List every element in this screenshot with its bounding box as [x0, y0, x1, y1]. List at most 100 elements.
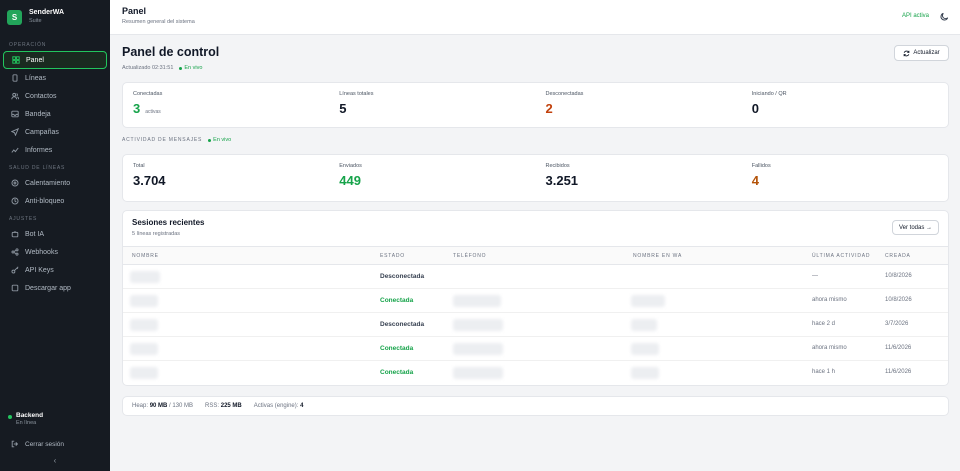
- sidebar-item-label: API Keys: [25, 266, 54, 274]
- table-row[interactable]: Conectada hace 1 h 11/6/2026: [123, 361, 948, 385]
- backend-title: Backend: [16, 412, 44, 419]
- table-row[interactable]: Conectada ahora mismo 10/8/2026: [123, 289, 948, 313]
- stat-label: Total: [133, 163, 145, 169]
- send-icon: [10, 128, 19, 137]
- refresh-button[interactable]: Actualizar: [894, 45, 949, 61]
- redacted-phone: [453, 343, 503, 355]
- table-row[interactable]: Desconectada — 10/8/2026: [123, 265, 948, 289]
- sidebar-item-bandeja[interactable]: Bandeja: [3, 105, 107, 123]
- table-row[interactable]: Conectada ahora mismo 11/6/2026: [123, 337, 948, 361]
- rss-stat: RSS: 225 MB: [205, 403, 242, 409]
- stat-label: Iniciando / QR: [751, 91, 787, 97]
- created-cell: 10/8/2026: [885, 297, 912, 303]
- users-icon: [10, 92, 19, 101]
- sidebar-item-panel[interactable]: Panel: [3, 51, 107, 69]
- redacted-phone: [453, 295, 501, 307]
- stat-label: Enviados: [339, 163, 362, 169]
- sidebar-item-label: Informes: [25, 146, 53, 154]
- live-indicator: En vivo: [179, 65, 202, 71]
- sidebar-item-api-keys[interactable]: API Keys: [3, 261, 107, 279]
- share-icon: [10, 248, 19, 257]
- created-cell: 10/8/2026: [885, 273, 912, 279]
- status-cell: Conectada: [380, 369, 414, 376]
- sidebar-item-campanas[interactable]: Campañas: [3, 123, 107, 141]
- sidebar-item-lineas[interactable]: Líneas: [3, 69, 107, 87]
- download-icon: [10, 284, 19, 293]
- live-indicator: En vivo: [208, 137, 231, 143]
- topbar-subtitle: Resumen general del sistema: [122, 19, 195, 25]
- created-cell: 3/7/2026: [885, 321, 909, 327]
- sidebar-item-label: Panel: [26, 56, 44, 64]
- stat-label: Líneas totales: [339, 91, 374, 97]
- stat-lineas-totales: Líneas totales 5: [329, 83, 535, 127]
- sidebar-item-webhooks[interactable]: Webhooks: [3, 243, 107, 261]
- engine-stats-card: Heap: 90 MB / 130 MB RSS: 225 MB Activas…: [122, 396, 949, 416]
- last-activity-cell: —: [812, 273, 818, 279]
- section-label-salud: SALUD DE LÍNEAS: [9, 165, 66, 171]
- created-cell: 11/6/2026: [885, 345, 912, 351]
- sidebar-item-label: Calentamiento: [25, 179, 71, 187]
- sidebar-item-contactos[interactable]: Contactos: [3, 87, 107, 105]
- redacted-phone: [453, 319, 503, 331]
- sidebar-item-label: Anti-bloqueo: [25, 197, 65, 205]
- stat-value: 3.251: [545, 173, 579, 188]
- stat-label: Desconectadas: [545, 91, 584, 97]
- sessions-card: Sesiones recientes 5 líneas registradas …: [122, 210, 949, 386]
- theme-toggle-moon-icon[interactable]: [940, 12, 949, 21]
- status-cell: Conectada: [380, 297, 414, 304]
- last-activity-cell: ahora mismo: [812, 345, 847, 351]
- status-cell: Conectada: [380, 345, 414, 352]
- brand[interactable]: S SenderWA Suite: [0, 0, 110, 34]
- column-header[interactable]: CREADA: [885, 253, 911, 259]
- updated-info: Actualizado 02:31:51 En vivo: [122, 65, 202, 71]
- sidebar: S SenderWA Suite OPERACIÓN Panel Líneas …: [0, 0, 110, 471]
- stat-conectadas: Conectadas 3 activas: [123, 83, 329, 127]
- sidebar-item-label: Bandeja: [25, 110, 51, 118]
- stat-suffix: activas: [145, 109, 161, 115]
- column-header[interactable]: ÚLTIMA ACTIVIDAD: [812, 253, 870, 259]
- sidebar-item-label: Descargar app: [25, 284, 71, 292]
- sidebar-item-calentamiento[interactable]: Calentamiento: [3, 174, 107, 192]
- stat-label: Fallidos: [751, 163, 771, 169]
- sidebar-item-label: Webhooks: [25, 248, 58, 256]
- stat-recibidos: Recibidos 3.251: [536, 155, 742, 201]
- stat-label: Conectadas: [133, 91, 163, 97]
- sidebar-item-anti-bloqueo[interactable]: Anti-bloqueo: [3, 192, 107, 210]
- status-dot: [8, 415, 12, 419]
- column-header[interactable]: NOMBRE EN WA: [633, 253, 682, 259]
- stat-value: 2: [545, 101, 553, 116]
- last-activity-cell: ahora mismo: [812, 297, 847, 303]
- sidebar-item-informes[interactable]: Informes: [3, 141, 107, 159]
- sessions-title: Sesiones recientes: [132, 218, 205, 227]
- logout-button[interactable]: Cerrar sesión: [0, 437, 110, 451]
- table-row[interactable]: Desconectada hace 2 d 3/7/2026: [123, 313, 948, 337]
- backend-sub: En línea: [16, 420, 37, 426]
- backend-status: Backend En línea: [0, 412, 110, 427]
- column-header[interactable]: ESTADO: [380, 253, 405, 259]
- redacted-name: [130, 271, 160, 283]
- message-stats-card: Total 3.704 Enviados 449 Recibidos 3.251…: [122, 154, 949, 202]
- column-header[interactable]: NOMBRE: [132, 253, 159, 259]
- brand-logo: S: [7, 9, 22, 25]
- table-body: Desconectada — 10/8/2026 Conectada ahora…: [123, 265, 948, 385]
- phone-icon: [10, 74, 19, 83]
- stat-value: 5: [339, 101, 347, 116]
- refresh-label: Actualizar: [913, 50, 940, 56]
- collapse-sidebar-button[interactable]: ‹: [0, 451, 110, 471]
- updated-time: Actualizado 02:31:51: [122, 65, 174, 71]
- topbar: Panel Resumen general del sistema API ac…: [110, 0, 960, 35]
- column-header[interactable]: TELÉFONO: [453, 253, 486, 259]
- sidebar-item-label: Campañas: [25, 128, 59, 136]
- view-all-button[interactable]: Ver todas →: [892, 220, 939, 235]
- stat-value: 4: [751, 173, 759, 188]
- page-title: Panel de control: [122, 45, 220, 59]
- sidebar-item-bot-ia[interactable]: Bot IA: [3, 225, 107, 243]
- sidebar-item-label: Bot IA: [25, 230, 45, 238]
- brand-sub: Suite: [29, 18, 42, 24]
- redacted-wa-name: [631, 367, 659, 379]
- section-label-operacion: OPERACIÓN: [9, 42, 47, 48]
- activity-label: ACTIVIDAD DE MENSAJES: [122, 137, 203, 143]
- api-status: API activa: [901, 13, 929, 19]
- sidebar-item-descargar-app[interactable]: Descargar app: [3, 279, 107, 297]
- active-engine-stat: Activas (engine): 4: [253, 403, 304, 409]
